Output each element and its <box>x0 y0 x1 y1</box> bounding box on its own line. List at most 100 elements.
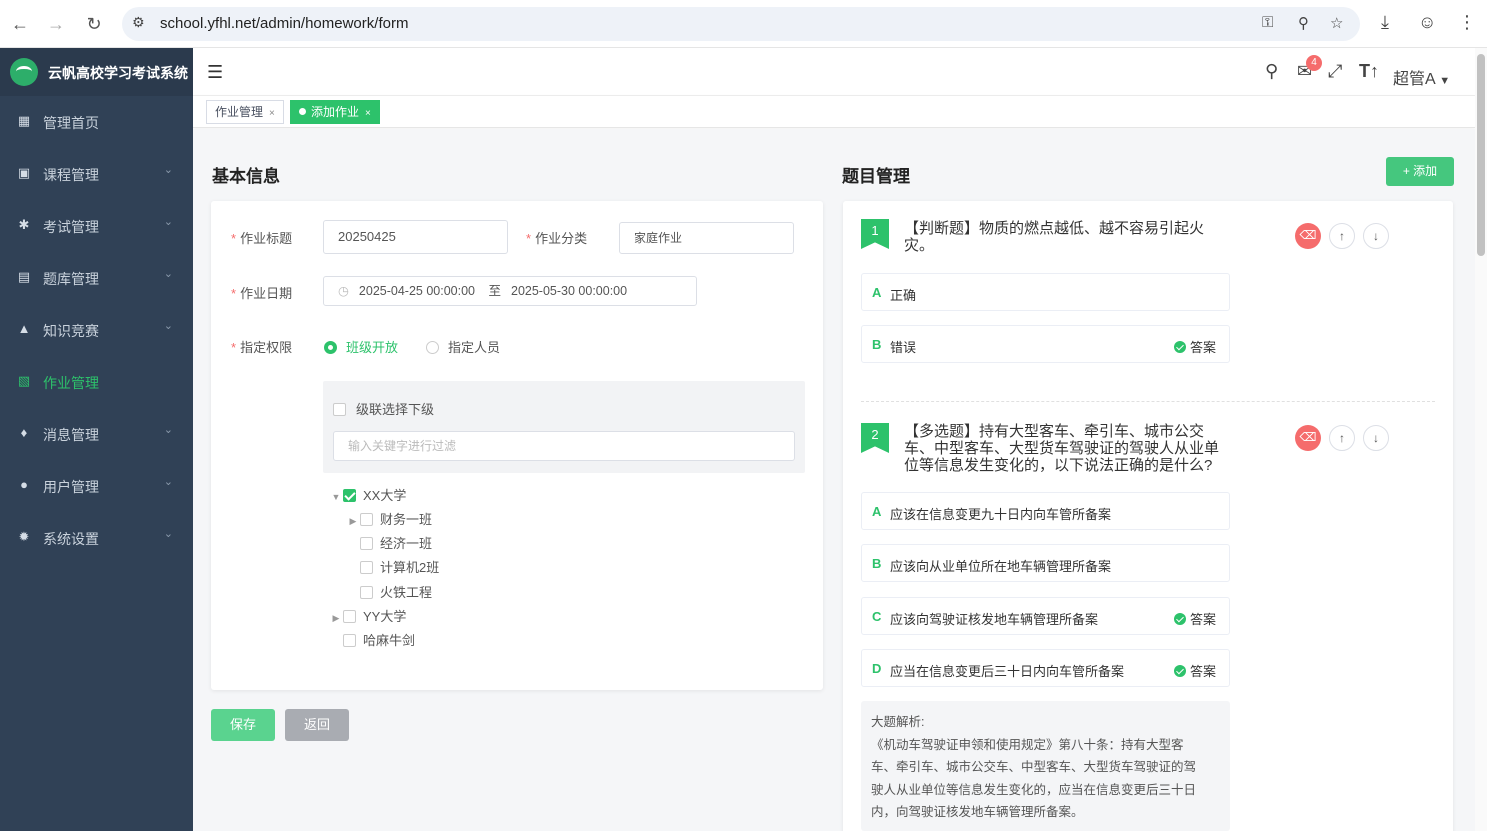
sidebar-item-homework[interactable]: ▧ 作业管理 <box>0 356 193 408</box>
download-icon[interactable]: ⤓ <box>1381 12 1389 33</box>
site-settings-icon[interactable]: ⚙ <box>132 14 145 31</box>
radio-specific-people[interactable]: 指定人员 <box>426 337 500 356</box>
category-label: * 作业分类 <box>526 231 588 246</box>
scrollbar-thumb[interactable] <box>1477 54 1485 256</box>
gear-icon: ✱ <box>18 217 30 232</box>
sidebar-item-settings[interactable]: ✹ 系统设置 ⌄ <box>0 512 193 564</box>
checkbox-icon[interactable] <box>343 610 356 623</box>
sidebar-item-label: 题库管理 <box>43 271 99 287</box>
date-label: * 作业日期 <box>231 286 293 301</box>
profile-icon[interactable]: ☺ <box>1418 12 1436 33</box>
radio-class-open[interactable]: 班级开放 <box>324 337 398 356</box>
close-icon[interactable]: × <box>365 108 371 119</box>
sidebar-item-messages[interactable]: ♦ 消息管理 ⌄ <box>0 408 193 460</box>
checkbox-icon <box>333 403 346 416</box>
radio-icon <box>426 341 439 354</box>
delete-icon[interactable]: ⌫ <box>1295 425 1321 451</box>
tree-node[interactable]: 经济一班 <box>360 533 432 552</box>
date-start: 2025-04-25 00:00:00 <box>358 284 475 298</box>
user-menu[interactable]: 超管A ▼ <box>1393 65 1450 89</box>
close-icon[interactable]: × <box>269 108 275 119</box>
caret-right-icon[interactable]: ▶ <box>329 613 343 624</box>
font-size-icon[interactable]: T↑ <box>1359 61 1379 82</box>
date-range-picker[interactable]: ◷ 2025-04-25 00:00:00 至 2025-05-30 00:00:0… <box>323 276 697 306</box>
check-circle-icon <box>1173 613 1186 625</box>
caret-down-icon[interactable]: ▼ <box>329 492 343 502</box>
tree-node[interactable]: 哈麻牛剑 <box>343 630 415 649</box>
back-button[interactable]: 返回 <box>285 709 349 741</box>
back-arrow-icon[interactable]: ← <box>8 12 32 36</box>
document-icon: ▤ <box>17 269 31 284</box>
fullscreen-icon[interactable]: ⤢ <box>1328 61 1342 82</box>
check-circle-icon <box>1173 665 1186 677</box>
option-row[interactable]: C 应该向驾驶证核发地车辆管理所备案 答案 <box>861 597 1230 635</box>
tab-add-homework[interactable]: 添加作业 × <box>290 100 380 124</box>
cascade-checkbox[interactable]: 级联选择下级 <box>333 399 434 418</box>
brand[interactable]: 云帆高校学习考试系统 <box>0 48 193 96</box>
sidebar-item-exams[interactable]: ✱ 考试管理 ⌄ <box>0 200 193 252</box>
question-mgmt-title: 题目管理 <box>842 167 910 186</box>
sidebar-item-label: 系统设置 <box>43 531 99 547</box>
checkbox-icon[interactable] <box>360 586 373 599</box>
top-header: ☰ ⚲ ✉ 4 ⤢ T↑ 超管A ▼ <box>193 48 1475 96</box>
sidebar: 云帆高校学习考试系统 ▦ 管理首页 ▣ 课程管理 ⌄ ✱ 考试管理 ⌄ ▤ 题库… <box>0 48 193 831</box>
tab-homework-management[interactable]: 作业管理 × <box>206 100 284 124</box>
delete-icon[interactable]: ⌫ <box>1295 223 1321 249</box>
sidebar-item-contest[interactable]: ▲ 知识竞赛 ⌄ <box>0 304 193 356</box>
zoom-icon[interactable]: ⚲ <box>1298 14 1309 32</box>
page-scrollbar[interactable] <box>1475 48 1487 831</box>
tree-node[interactable]: ▼ XX大学 <box>329 485 407 504</box>
add-question-button[interactable]: + 添加 <box>1386 157 1454 186</box>
title-label: * 作业标题 <box>231 231 293 246</box>
browser-menu-icon[interactable]: ⋮ <box>1458 12 1476 33</box>
url-text[interactable]: school.yfhl.net/admin/homework/form <box>160 15 408 32</box>
option-row[interactable]: A 正确 <box>861 273 1230 311</box>
option-row[interactable]: B 应该向从业单位所在地车辆管理所备案 <box>861 544 1230 582</box>
basic-info-title: 基本信息 <box>212 167 280 186</box>
answer-mark: 答案 <box>1173 337 1216 356</box>
logo-icon <box>10 58 38 86</box>
move-up-icon[interactable]: ↑ <box>1329 223 1355 249</box>
tree-node[interactable]: ▶ 财务一班 <box>346 509 432 528</box>
tree-node[interactable]: ▶ YY大学 <box>329 606 407 625</box>
question-analysis: 大题解析: 《机动车驾驶证申领和使用规定》第八十条：持有大型客 车、牵引车、城市… <box>861 701 1230 831</box>
search-icon[interactable]: ⚲ <box>1265 61 1278 82</box>
forward-arrow-icon[interactable]: → <box>44 12 68 36</box>
checkbox-icon[interactable] <box>360 561 373 574</box>
sidebar-item-courses[interactable]: ▣ 课程管理 ⌄ <box>0 148 193 200</box>
question-list-card: 1 【判断题】物质的燃点越低、越不容易引起火 灾。 ⌫ ↑ ↓ A 正确 B 错误 答案… <box>843 201 1453 831</box>
sidebar-item-label: 知识竞赛 <box>43 323 99 339</box>
checkbox-icon[interactable] <box>343 634 356 647</box>
bookmark-star-icon[interactable]: ☆ <box>1330 14 1343 32</box>
tree-node[interactable]: 计算机2班 <box>360 557 439 576</box>
option-row[interactable]: B 错误 答案 <box>861 325 1230 363</box>
move-up-icon[interactable]: ↑ <box>1329 425 1355 451</box>
category-select[interactable]: 家庭作业 <box>619 222 794 254</box>
move-down-icon[interactable]: ↓ <box>1363 425 1389 451</box>
checkbox-icon[interactable] <box>360 513 373 526</box>
sidebar-item-label: 消息管理 <box>43 427 99 443</box>
tab-label: 添加作业 <box>311 105 360 119</box>
user-name: 超管A <box>1393 71 1435 88</box>
sidebar-item-question-bank[interactable]: ▤ 题库管理 ⌄ <box>0 252 193 304</box>
caret-right-icon[interactable]: ▶ <box>346 516 360 527</box>
chevron-down-icon: ⌄ <box>163 476 173 488</box>
key-icon[interactable]: ⚿ <box>1262 14 1273 31</box>
title-input[interactable]: 20250425 <box>323 220 508 254</box>
checkbox-icon[interactable] <box>343 489 356 502</box>
option-row[interactable]: D 应当在信息变更后三十日内向车管所备案 答案 <box>861 649 1230 687</box>
sidebar-item-label: 课程管理 <box>43 167 99 183</box>
tags-view: 作业管理 × 添加作业 × <box>193 96 1475 128</box>
menu-toggle-icon[interactable]: ☰ <box>207 62 223 83</box>
checkbox-icon[interactable] <box>360 537 373 550</box>
sidebar-item-users[interactable]: ● 用户管理 ⌄ <box>0 460 193 512</box>
tree-node[interactable]: 火铁工程 <box>360 582 432 601</box>
save-button[interactable]: 保存 <box>211 709 275 741</box>
option-row[interactable]: A 应该在信息变更九十日内向车管所备案 <box>861 492 1230 530</box>
move-down-icon[interactable]: ↓ <box>1363 223 1389 249</box>
reload-icon[interactable]: ↻ <box>82 12 106 36</box>
address-bar[interactable]: ⚙ school.yfhl.net/admin/homework/form ⚿ … <box>122 7 1360 41</box>
sidebar-item-dashboard[interactable]: ▦ 管理首页 <box>0 96 193 148</box>
browser-toolbar: ← → ↻ ⚙ school.yfhl.net/admin/homework/f… <box>0 0 1487 48</box>
tree-filter-input[interactable]: 输入关键字进行过滤 <box>333 431 795 461</box>
